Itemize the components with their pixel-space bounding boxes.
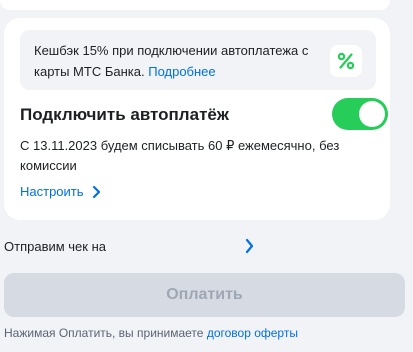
toggle-knob bbox=[359, 101, 385, 127]
receipt-label: Отправим чек на bbox=[4, 238, 106, 254]
previous-card-bottom bbox=[0, 0, 390, 10]
configure-link[interactable]: Настроить bbox=[20, 184, 101, 199]
autopay-toggle[interactable] bbox=[332, 98, 388, 130]
autopay-title: Подключить автоплатёж bbox=[20, 105, 229, 124]
terms-label: Нажимая Оплатить, вы принимаете bbox=[4, 326, 204, 340]
percent-icon bbox=[330, 45, 362, 77]
chevron-right-icon bbox=[245, 238, 254, 259]
terms-text: Нажимая Оплатить, вы принимаете договор … bbox=[4, 326, 298, 340]
offer-agreement-link[interactable]: договор оферты bbox=[207, 326, 298, 340]
configure-label: Настроить bbox=[20, 184, 84, 199]
chevron-right-icon bbox=[92, 185, 101, 199]
pay-button[interactable]: Оплатить bbox=[4, 273, 405, 317]
cashback-more-link[interactable]: Подробнее bbox=[148, 64, 215, 79]
autopay-description: С 13.11.2023 будем списывать 60 ₽ ежемес… bbox=[20, 138, 340, 173]
receipt-row[interactable]: Отправим чек на bbox=[4, 236, 260, 256]
autopay-card: Кешбэк 15% при подключении автоплатежа с… bbox=[4, 18, 390, 220]
cashback-banner: Кешбэк 15% при подключении автоплатежа с… bbox=[20, 30, 376, 90]
